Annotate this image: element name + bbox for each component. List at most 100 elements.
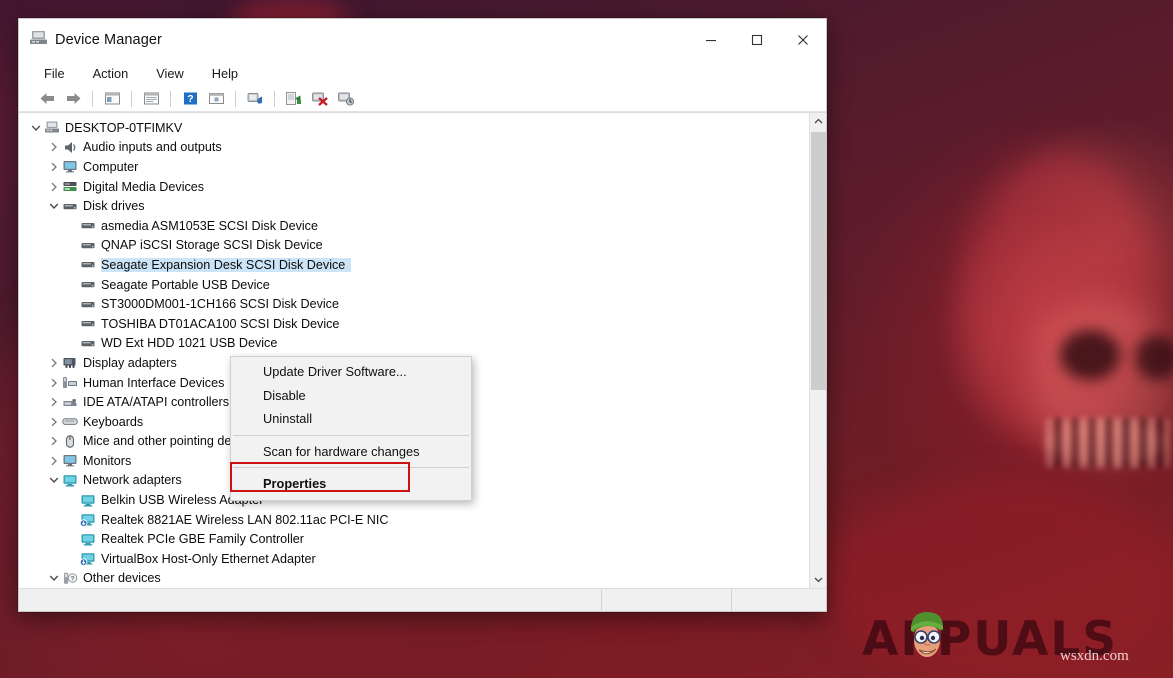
disk-drive-icon xyxy=(61,198,79,214)
svg-text:?: ? xyxy=(187,93,193,105)
chevron-right-icon[interactable] xyxy=(47,140,61,154)
computer-tower-icon xyxy=(43,120,61,136)
desktop-background: Device Manager File Action View Help xyxy=(0,0,1173,678)
scroll-down-arrow-icon[interactable] xyxy=(810,571,827,588)
help-icon[interactable]: ? xyxy=(178,88,202,110)
chevron-right-icon[interactable] xyxy=(47,454,61,468)
forward-arrow-icon[interactable] xyxy=(61,88,85,110)
device-tree[interactable]: DESKTOP-0TFIMKV Audio inputs and outputs C… xyxy=(19,113,809,588)
tree-item[interactable]: DESKTOP-0TFIMKV xyxy=(19,118,809,138)
tree-item-label: Keyboards xyxy=(83,415,149,429)
close-button[interactable] xyxy=(780,20,826,60)
menu-file[interactable]: File xyxy=(41,64,68,83)
tree-item[interactable]: Realtek 8821AE Wireless LAN 802.11ac PCI… xyxy=(19,510,809,530)
scrollbar-thumb[interactable] xyxy=(811,132,826,390)
tree-item[interactable]: ST3000DM001-1CH166 SCSI Disk Device xyxy=(19,294,809,314)
uninstall-device-icon[interactable] xyxy=(308,88,332,110)
update-driver-icon[interactable] xyxy=(282,88,306,110)
network-adapter-icon xyxy=(79,492,97,508)
chevron-down-icon[interactable] xyxy=(47,199,61,213)
chevron-down-icon[interactable] xyxy=(29,121,43,135)
tree-item-label: Human Interface Devices xyxy=(83,376,230,390)
hid-icon xyxy=(61,375,79,391)
tree-item[interactable]: WD Ext HDD 1021 USB Device xyxy=(19,334,809,354)
disk-drive-icon xyxy=(79,218,97,234)
tree-item-label: Realtek PCIe GBE Family Controller xyxy=(101,532,310,546)
chevron-down-icon[interactable] xyxy=(47,473,61,487)
scan-for-hardware-changes-icon[interactable] xyxy=(243,88,267,110)
tree-item[interactable]: TOSHIBA DT01ACA100 SCSI Disk Device xyxy=(19,314,809,334)
context-menu-item[interactable]: Disable xyxy=(231,384,471,408)
network-adapter-icon xyxy=(61,472,79,488)
tree-item[interactable]: Computer xyxy=(19,157,809,177)
tree-item[interactable]: QNAP iSCSI Storage SCSI Disk Device xyxy=(19,236,809,256)
tree-item-label: ST3000DM001-1CH166 SCSI Disk Device xyxy=(101,297,345,311)
separator-4 xyxy=(235,91,236,107)
chevron-right-icon[interactable] xyxy=(47,356,61,370)
media-device-icon xyxy=(61,179,79,195)
minimize-button[interactable] xyxy=(688,20,734,60)
tree-item[interactable]: VirtualBox Host-Only Ethernet Adapter xyxy=(19,549,809,569)
scrollbar-track[interactable] xyxy=(810,130,827,571)
tree-item-label: Audio inputs and outputs xyxy=(83,140,228,154)
show-hide-console-tree-icon[interactable] xyxy=(100,88,124,110)
tree-indent-spacer xyxy=(65,317,79,331)
menu-bar: File Action View Help xyxy=(19,60,826,86)
tree-indent-spacer xyxy=(65,552,79,566)
maximize-button[interactable] xyxy=(734,20,780,60)
tree-item[interactable]: Disk drives xyxy=(19,196,809,216)
tree-item-label: Digital Media Devices xyxy=(83,180,210,194)
chevron-right-icon[interactable] xyxy=(47,160,61,174)
chevron-right-icon[interactable] xyxy=(47,376,61,390)
tree-item-label: TOSHIBA DT01ACA100 SCSI Disk Device xyxy=(101,317,345,331)
disk-drive-icon xyxy=(79,257,97,273)
chevron-right-icon[interactable] xyxy=(47,395,61,409)
device-manager-window: Device Manager File Action View Help xyxy=(18,18,827,612)
network-adapter-icon xyxy=(79,551,97,567)
menu-help[interactable]: Help xyxy=(209,64,241,83)
context-menu-item[interactable]: Properties xyxy=(231,472,471,496)
skull-eye-socket-left xyxy=(1060,330,1120,380)
display-adapter-icon xyxy=(61,355,79,371)
tree-item[interactable]: Realtek PCIe GBE Family Controller xyxy=(19,529,809,549)
disk-drive-icon xyxy=(79,296,97,312)
scroll-up-arrow-icon[interactable] xyxy=(810,113,827,130)
properties-icon[interactable] xyxy=(139,88,163,110)
tree-item[interactable]: ?Other devices xyxy=(19,569,809,588)
tree-indent-spacer xyxy=(65,336,79,350)
tree-item[interactable]: Seagate Portable USB Device xyxy=(19,275,809,295)
tree-item-label: Seagate Portable USB Device xyxy=(101,278,276,292)
keyboard-icon xyxy=(61,414,79,430)
skull-glow-2 xyxy=(1030,300,1173,460)
context-menu-item[interactable]: Uninstall xyxy=(231,407,471,431)
title-bar[interactable]: Device Manager xyxy=(19,19,826,60)
tree-item[interactable]: Seagate Expansion Desk SCSI Disk Device xyxy=(19,255,809,275)
tree-item[interactable]: Audio inputs and outputs xyxy=(19,138,809,158)
chevron-right-icon[interactable] xyxy=(47,180,61,194)
chevron-down-icon[interactable] xyxy=(47,571,61,585)
tree-indent-spacer xyxy=(65,297,79,311)
context-menu-item[interactable]: Scan for hardware changes xyxy=(231,440,471,464)
disable-device-icon[interactable] xyxy=(334,88,358,110)
menu-view[interactable]: View xyxy=(153,64,187,83)
back-arrow-icon[interactable] xyxy=(35,88,59,110)
context-menu[interactable]: Update Driver Software...DisableUninstal… xyxy=(230,356,472,501)
tree-indent-spacer xyxy=(65,278,79,292)
status-cell-2 xyxy=(731,589,826,611)
tree-item[interactable]: asmedia ASM1053E SCSI Disk Device xyxy=(19,216,809,236)
tree-indent-spacer xyxy=(65,493,79,507)
tree-item-label: Realtek 8821AE Wireless LAN 802.11ac PCI… xyxy=(101,513,394,527)
chevron-right-icon[interactable] xyxy=(47,434,61,448)
mouse-icon xyxy=(61,433,79,449)
separator-3 xyxy=(170,91,171,107)
view-icon[interactable] xyxy=(204,88,228,110)
monitor-icon xyxy=(61,159,79,175)
tree-item-label: asmedia ASM1053E SCSI Disk Device xyxy=(101,219,324,233)
chevron-right-icon[interactable] xyxy=(47,415,61,429)
menu-action[interactable]: Action xyxy=(90,64,132,83)
unknown-device-icon: ? xyxy=(61,570,79,586)
tree-item[interactable]: Digital Media Devices xyxy=(19,177,809,197)
context-menu-item[interactable]: Update Driver Software... xyxy=(231,360,471,384)
vertical-scrollbar[interactable] xyxy=(809,113,826,588)
disk-drive-icon xyxy=(79,316,97,332)
